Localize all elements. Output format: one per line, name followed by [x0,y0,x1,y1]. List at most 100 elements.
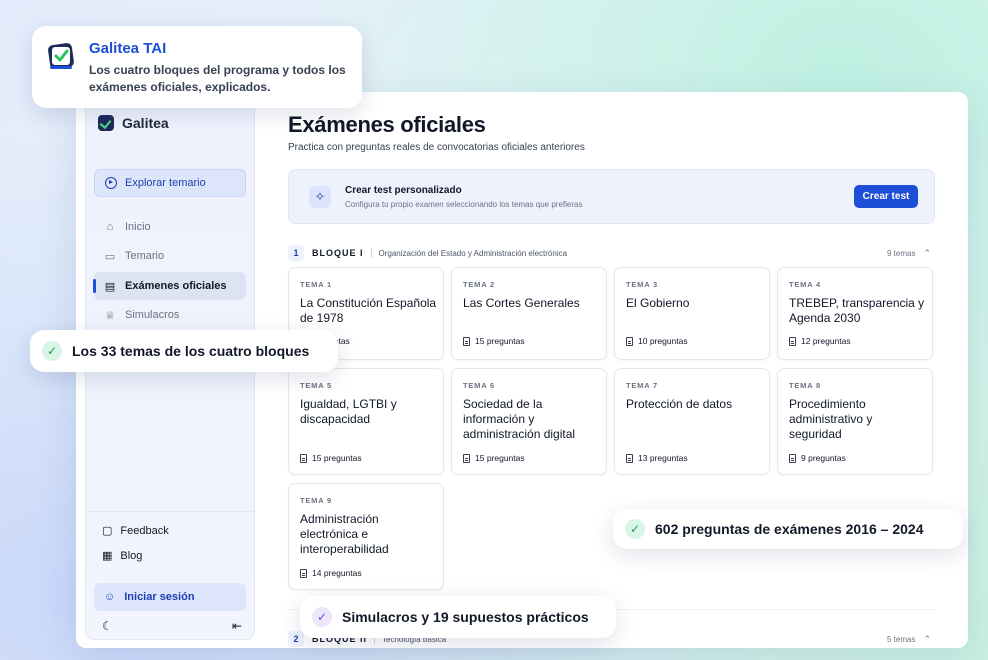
question-count-label: 13 preguntas [638,453,688,463]
callout-text: 602 preguntas de exámenes 2016 – 2024 [655,521,924,537]
document-icon [463,453,470,463]
document-icon [463,336,470,346]
newspaper-icon: ▦ [102,550,113,562]
question-count-label: 15 preguntas [312,453,362,463]
feedback-label: Feedback [120,524,169,537]
question-count: 15 preguntas [463,336,525,346]
question-count: 12 preguntas [789,336,851,346]
question-count: 14 preguntas [300,568,362,578]
check-icon: ✓ [42,341,62,361]
topic-number: TEMA 4 [789,280,822,289]
document-icon [626,453,633,463]
callout-title: Galitea TAI [89,40,167,57]
main-content: Exámenes oficiales Practica con pregunta… [288,92,936,648]
collapse-sidebar-icon[interactable]: ⇤ [232,619,242,633]
topic-card[interactable]: TEMA 9 Administración electrónica e inte… [288,483,444,590]
topics-callout: ✓ Los 33 temas de los cuatro bloques [30,330,338,372]
custom-test-panel: ✧ Crear test personalizado Configura tu … [288,169,935,224]
topic-name: Protección de datos [626,397,733,411]
play-circle-icon [105,177,117,189]
topic-name: Igualdad, LGTBI y discapacidad [300,397,397,426]
page-subtitle: Practica con preguntas reales de convoca… [288,142,585,153]
block-number: 2 [288,631,304,647]
feedback-link[interactable]: ▢ Feedback [102,524,169,538]
question-count-label: 14 preguntas [312,568,362,578]
brand-name: Galitea [122,115,169,131]
question-count-label: 15 preguntas [475,336,525,346]
sidebar-bottom-controls: ☾ ⇤ [102,619,242,633]
custom-test-description: Configura tu propio examen seleccionando… [345,200,583,209]
block-header-1[interactable]: 1 BLOQUE I Organización del Estado y Adm… [288,244,935,262]
topic-card[interactable]: TEMA 4 TREBEP, transparencia y Agenda 20… [777,267,933,360]
topic-card[interactable]: TEMA 7 Protección de datos 13 preguntas [614,368,770,475]
document-icon [789,336,796,346]
callout-description: Los cuatro bloques del programa y todos … [89,63,346,94]
topic-card[interactable]: TEMA 6 Sociedad de la información y admi… [451,368,607,475]
block-topic-count: 5 temas [886,634,916,644]
login-button[interactable]: ☺ Iniciar sesión [94,583,246,611]
question-count-label: 10 preguntas [638,336,688,346]
message-icon: ▢ [102,525,113,537]
topic-name: Sociedad de la información y administrac… [463,397,576,441]
document-icon: ▤ [104,280,116,293]
trophy-icon: ♕ [105,309,115,322]
question-count-label: 15 preguntas [475,453,525,463]
custom-test-title: Crear test personalizado [345,185,462,196]
topic-number: TEMA 5 [300,381,333,390]
callout-text: Simulacros y 19 supuestos prácticos [342,609,589,625]
sidebar-item-label: Simulacros [125,309,180,321]
explore-label: Explorar temario [125,177,206,189]
login-label: Iniciar sesión [124,591,195,603]
page-title: Exámenes oficiales [288,112,486,137]
create-test-button[interactable]: Crear test [854,185,918,208]
explore-syllabus-button[interactable]: Explorar temario [94,169,246,197]
simulations-callout: ✓ Simulacros y 19 supuestos prácticos [300,596,616,638]
sidebar-item-label: Inicio [125,221,151,233]
block-topic-count: 9 temas [886,248,916,258]
topic-card[interactable]: TEMA 5 Igualdad, LGTBI y discapacidad 15… [288,368,444,475]
topic-card[interactable]: TEMA 2 Las Cortes Generales 15 preguntas [451,267,607,360]
brand[interactable]: Galitea [98,115,169,131]
check-icon: ✓ [312,607,332,627]
blog-link[interactable]: ▦ Blog [102,549,143,563]
topic-number: TEMA 9 [300,496,333,505]
sidebar-item-examenes[interactable]: ▤ Exámenes oficiales [93,272,246,300]
callout-text: Los 33 temas de los cuatro bloques [72,343,310,359]
sidebar-item-simulacros[interactable]: ♕ Simulacros [94,301,246,329]
galitea-logo-icon [98,115,114,131]
galitea-logo-icon [48,43,74,69]
document-icon [626,336,633,346]
topic-name: TREBEP, transparencia y Agenda 2030 [789,296,925,325]
questions-callout: ✓ 602 preguntas de exámenes 2016 – 2024 [613,509,963,549]
sidebar-item-label: Temario [125,250,165,262]
document-icon [300,568,307,578]
chevron-up-icon[interactable]: ⌃ [923,248,931,259]
sidebar-item-temario[interactable]: ▭ Temario [94,242,246,270]
blog-label: Blog [120,549,143,562]
topic-number: TEMA 8 [789,381,822,390]
chevron-up-icon[interactable]: ⌃ [923,634,931,645]
question-count-label: 9 preguntas [801,453,846,463]
question-count: 15 preguntas [300,453,362,463]
topic-name: Administración electrónica e interoperab… [300,512,389,556]
block-divider [370,248,372,258]
topic-number: TEMA 2 [463,280,496,289]
moon-icon[interactable]: ☾ [102,619,113,633]
check-icon: ✓ [625,519,645,539]
topic-card[interactable]: TEMA 8 Procedimiento administrativo y se… [777,368,933,475]
question-count: 9 preguntas [789,453,846,463]
block-description: Organización del Estado y Administración… [378,248,568,258]
home-icon: ⌂ [106,221,114,233]
sparkle-icon: ✧ [309,186,331,208]
topic-number: TEMA 7 [626,381,659,390]
sidebar-item-inicio[interactable]: ⌂ Inicio [94,213,246,241]
document-icon [300,453,307,463]
topic-number: TEMA 6 [463,381,496,390]
topic-card[interactable]: TEMA 3 El Gobierno 10 preguntas [614,267,770,360]
topic-name: El Gobierno [626,296,690,310]
topic-name: La Constitución Española de 1978 [300,296,437,325]
topic-name: Procedimiento administrativo y seguridad [789,397,873,441]
topic-number: TEMA 3 [626,280,659,289]
topic-name: Las Cortes Generales [463,296,580,310]
document-icon [789,453,796,463]
